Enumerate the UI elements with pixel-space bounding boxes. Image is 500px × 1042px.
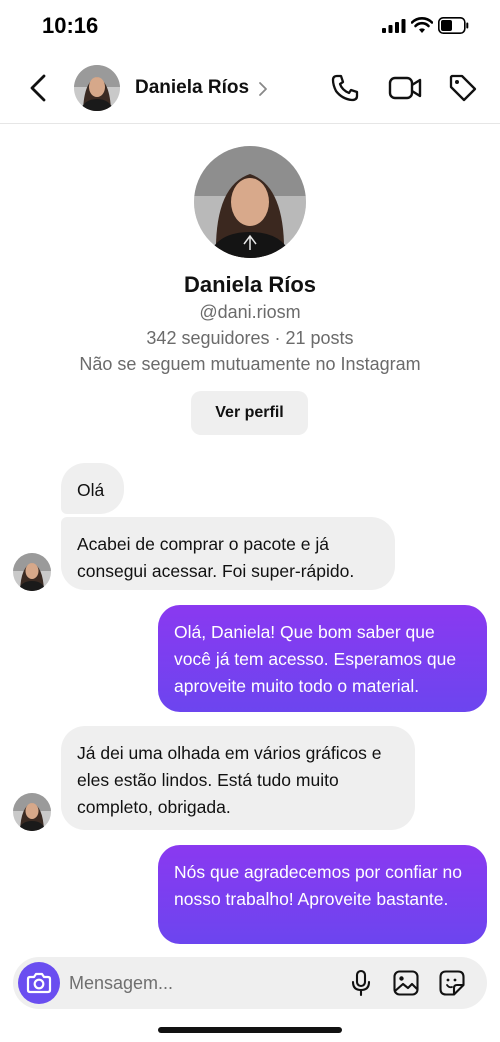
message-bubble-incoming[interactable]: Olá <box>61 463 124 514</box>
mutual-follow-notice: Não se seguem mutuamente no Instagram <box>79 354 421 374</box>
camera-button[interactable] <box>18 962 60 1004</box>
message-bubble-outgoing[interactable]: Nós que agradecemos por confiar no nosso… <box>158 845 487 944</box>
avatar-image <box>13 793 51 831</box>
avatar-image <box>13 553 51 591</box>
video-camera-icon[interactable] <box>388 74 422 102</box>
profile-name: Daniela Ríos <box>183 272 317 297</box>
avatar[interactable] <box>74 65 120 111</box>
camera-icon <box>26 972 52 994</box>
message-composer <box>13 957 487 1009</box>
microphone-icon[interactable] <box>350 969 372 997</box>
profile-avatar-image <box>194 146 306 258</box>
gallery-icon[interactable] <box>392 969 420 997</box>
wifi-icon <box>411 17 433 33</box>
battery-icon <box>438 17 469 34</box>
avatar-image <box>74 65 120 111</box>
chat-header: Daniela Ríos <box>0 52 500 124</box>
avatar[interactable] <box>13 553 51 591</box>
avatar[interactable] <box>13 793 51 831</box>
message-bubble-incoming[interactable]: Acabei de comprar o pacote e já consegui… <box>61 517 395 590</box>
cellular-signal-icon <box>382 19 406 33</box>
status-bar: 10:16 <box>0 0 500 52</box>
sticker-icon[interactable] <box>438 969 466 997</box>
message-input[interactable] <box>69 970 329 996</box>
profile-handle: @dani.riosm <box>199 302 301 322</box>
message-bubble-outgoing[interactable]: Olá, Daniela! Que bom saber que você já … <box>158 605 487 712</box>
profile-stats: 342 seguidores · 21 posts <box>146 328 354 348</box>
home-indicator <box>158 1027 342 1033</box>
message-bubble-incoming[interactable]: Já dei uma olhada em vários gráficos e e… <box>61 726 415 830</box>
contact-name[interactable]: Daniela Ríos <box>135 77 249 99</box>
chevron-right-icon[interactable] <box>258 81 268 97</box>
view-profile-button[interactable]: Ver perfil <box>191 391 308 435</box>
tag-icon[interactable] <box>448 73 478 103</box>
back-icon[interactable] <box>24 72 52 104</box>
phone-icon[interactable] <box>330 73 360 103</box>
profile-avatar[interactable] <box>194 146 306 258</box>
status-time: 10:16 <box>42 13 99 38</box>
